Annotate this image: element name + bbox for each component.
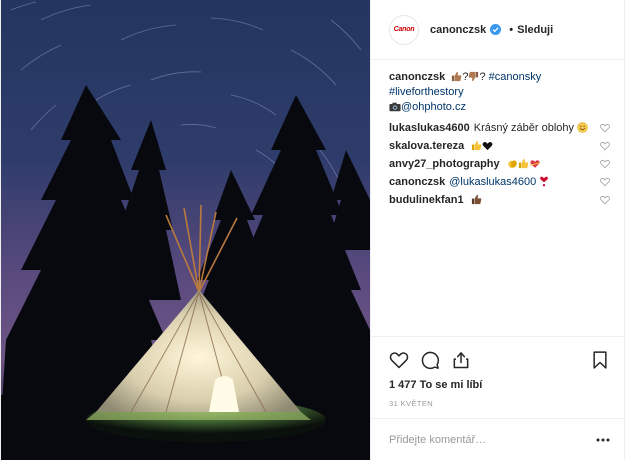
heart-with-ribbon-icon (529, 159, 540, 168)
clapping-hands-icon (508, 159, 517, 168)
comment-username[interactable]: budulinekfan1 (389, 194, 464, 206)
avatar-logo-text: Canon (393, 26, 415, 33)
comment-text: Krásný záběr oblohy (473, 121, 575, 134)
black-heart-icon (482, 141, 493, 150)
verified-badge-icon (490, 24, 502, 35)
thumbs-up-icon (472, 140, 482, 150)
comment-mention[interactable]: @lukaslukas4600 (449, 176, 536, 188)
share-icon[interactable] (451, 350, 471, 370)
like-comment-heart-icon[interactable] (600, 195, 610, 205)
hashtag-liveforthestory[interactable]: #liveforthestory (389, 86, 464, 98)
comment-username[interactable]: lukaslukas4600 (389, 122, 470, 134)
comment-username[interactable]: canonczsk (389, 176, 445, 188)
comment-row: lukaslukas4600 Krásný záběr oblohy (389, 119, 610, 137)
like-comment-heart-icon[interactable] (600, 177, 610, 187)
smiling-face-icon (577, 121, 588, 133)
post-caption: canonczsk ? ? #canonsky #liveforthestory (389, 70, 610, 115)
comment-row: skalova.tereza (389, 137, 610, 155)
post-header: Canon canonczsk • Sleduji (371, 0, 624, 60)
account-name[interactable]: canonczsk (430, 24, 486, 36)
heart-exclamation-icon (540, 176, 549, 186)
add-comment-bar (371, 418, 624, 460)
comment-row: anvy27_photography (389, 155, 610, 173)
thumbs-down-icon (469, 71, 479, 82)
like-comment-heart-icon[interactable] (600, 141, 610, 151)
camera-icon (389, 102, 401, 112)
caption-text-b: ? (479, 71, 486, 83)
post-actions: 1 477 To se mi líbí 31 KVĚTEN (371, 336, 624, 418)
comment-username[interactable]: anvy27_photography (389, 158, 500, 170)
thumbs-up-icon (471, 194, 481, 204)
hashtag-canonsky[interactable]: #canonsky (489, 71, 542, 83)
night-sky-tipi-photo (1, 0, 370, 460)
separator-dot: • (509, 23, 514, 36)
comment-input[interactable] (389, 433, 596, 446)
likes-count[interactable]: 1 477 To se mi líbí (389, 379, 610, 391)
avatar[interactable]: Canon (389, 14, 419, 45)
post-photo[interactable] (1, 0, 370, 460)
post-date: 31 KVĚTEN (389, 399, 434, 408)
thumbs-up-icon (452, 71, 462, 82)
action-icons-row (389, 343, 610, 377)
caption-username[interactable]: canonczsk (389, 71, 445, 83)
comment-username[interactable]: skalova.tereza (389, 140, 464, 152)
like-comment-heart-icon[interactable] (600, 159, 610, 169)
post-side-panel: Canon canonczsk • Sleduji canonczsk ? ? … (370, 0, 624, 460)
comments-list: canonczsk ? ? #canonsky #liveforthestory (371, 60, 624, 336)
thumbs-up-icon (518, 158, 529, 168)
instagram-post: Canon canonczsk • Sleduji canonczsk ? ? … (0, 0, 625, 460)
comment-icon[interactable] (420, 350, 440, 370)
more-icon[interactable] (596, 438, 610, 442)
comment-row: budulinekfan1 (389, 191, 610, 209)
bookmark-icon[interactable] (590, 350, 610, 370)
comment-row: canonczsk @lukaslukas4600 (389, 173, 610, 191)
following-button[interactable]: Sleduji (517, 24, 553, 36)
mention-ohphoto[interactable]: @ohphoto.cz (401, 101, 466, 113)
like-comment-heart-icon[interactable] (600, 123, 610, 133)
heart-icon[interactable] (389, 350, 409, 370)
